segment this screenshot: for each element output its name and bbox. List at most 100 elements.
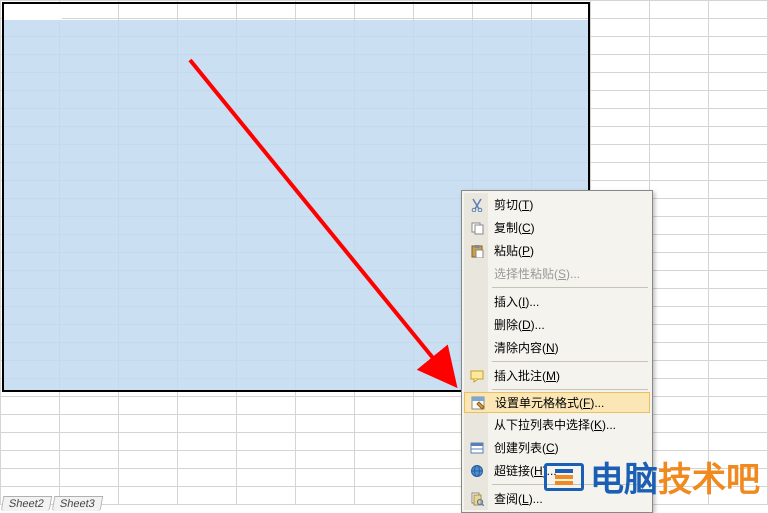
cell[interactable] — [414, 19, 473, 37]
cell[interactable] — [709, 397, 768, 415]
cell[interactable] — [1, 19, 60, 37]
cell[interactable] — [355, 271, 414, 289]
cell[interactable] — [296, 379, 355, 397]
cell[interactable] — [296, 415, 355, 433]
cell[interactable] — [650, 109, 709, 127]
cell[interactable] — [237, 163, 296, 181]
cell[interactable] — [650, 379, 709, 397]
cell[interactable] — [591, 145, 650, 163]
cell[interactable] — [296, 37, 355, 55]
cell[interactable] — [178, 451, 237, 469]
cell[interactable] — [60, 343, 119, 361]
cell[interactable] — [237, 19, 296, 37]
cell[interactable] — [178, 1, 237, 19]
cell[interactable] — [1, 109, 60, 127]
cell[interactable] — [1, 379, 60, 397]
cell[interactable] — [237, 235, 296, 253]
cell[interactable] — [60, 145, 119, 163]
cell[interactable] — [709, 307, 768, 325]
cell[interactable] — [709, 343, 768, 361]
cell[interactable] — [709, 1, 768, 19]
cell[interactable] — [355, 379, 414, 397]
cell[interactable] — [178, 55, 237, 73]
cell[interactable] — [355, 253, 414, 271]
cell[interactable] — [591, 19, 650, 37]
cell[interactable] — [119, 415, 178, 433]
cell[interactable] — [650, 1, 709, 19]
cell[interactable] — [473, 145, 532, 163]
cell[interactable] — [178, 73, 237, 91]
cell[interactable] — [119, 235, 178, 253]
cell[interactable] — [650, 289, 709, 307]
cell[interactable] — [296, 253, 355, 271]
cell[interactable] — [591, 163, 650, 181]
cell[interactable] — [532, 91, 591, 109]
cell[interactable] — [1, 181, 60, 199]
cell[interactable] — [591, 55, 650, 73]
cell[interactable] — [60, 253, 119, 271]
cell[interactable] — [1, 415, 60, 433]
cell[interactable] — [296, 217, 355, 235]
cell[interactable] — [178, 361, 237, 379]
cell[interactable] — [178, 415, 237, 433]
cell[interactable] — [237, 271, 296, 289]
cell[interactable] — [650, 271, 709, 289]
cell[interactable] — [178, 289, 237, 307]
cell[interactable] — [60, 469, 119, 487]
cell[interactable] — [414, 163, 473, 181]
cell[interactable] — [296, 145, 355, 163]
cell[interactable] — [1, 235, 60, 253]
cell[interactable] — [355, 217, 414, 235]
cell[interactable] — [414, 55, 473, 73]
cell[interactable] — [355, 415, 414, 433]
cell[interactable] — [119, 487, 178, 505]
cell[interactable] — [650, 415, 709, 433]
cell[interactable] — [296, 73, 355, 91]
cell[interactable] — [296, 91, 355, 109]
cell[interactable] — [591, 1, 650, 19]
cell[interactable] — [355, 91, 414, 109]
cell[interactable] — [650, 343, 709, 361]
cell[interactable] — [119, 325, 178, 343]
cell[interactable] — [296, 397, 355, 415]
cell[interactable] — [650, 145, 709, 163]
cell[interactable] — [1, 73, 60, 91]
cell[interactable] — [119, 451, 178, 469]
cell[interactable] — [1, 55, 60, 73]
cell[interactable] — [296, 433, 355, 451]
cell[interactable] — [296, 325, 355, 343]
cell[interactable] — [237, 433, 296, 451]
cell[interactable] — [60, 307, 119, 325]
cell[interactable] — [60, 73, 119, 91]
cell[interactable] — [709, 415, 768, 433]
cell[interactable] — [178, 433, 237, 451]
cell[interactable] — [650, 217, 709, 235]
cell[interactable] — [60, 433, 119, 451]
cell[interactable] — [178, 199, 237, 217]
cell[interactable] — [355, 397, 414, 415]
cell[interactable] — [119, 397, 178, 415]
cell[interactable] — [650, 181, 709, 199]
cell[interactable] — [237, 181, 296, 199]
cell[interactable] — [591, 37, 650, 55]
cell[interactable] — [119, 163, 178, 181]
cell[interactable] — [355, 73, 414, 91]
menu-clear[interactable]: 清除内容(N) — [464, 336, 650, 359]
cell[interactable] — [709, 127, 768, 145]
active-cell[interactable] — [4, 4, 62, 20]
cell[interactable] — [355, 127, 414, 145]
cell[interactable] — [119, 73, 178, 91]
cell[interactable] — [178, 253, 237, 271]
cell[interactable] — [178, 235, 237, 253]
cell[interactable] — [355, 109, 414, 127]
cell[interactable] — [296, 235, 355, 253]
cell[interactable] — [650, 199, 709, 217]
cell[interactable] — [355, 343, 414, 361]
menu-hyperlink[interactable]: 超链接(H)... — [464, 459, 650, 482]
menu-insert-comment[interactable]: 插入批注(M) — [464, 364, 650, 387]
cell[interactable] — [473, 1, 532, 19]
cell[interactable] — [709, 19, 768, 37]
cell[interactable] — [119, 1, 178, 19]
cell[interactable] — [473, 163, 532, 181]
cell[interactable] — [709, 217, 768, 235]
